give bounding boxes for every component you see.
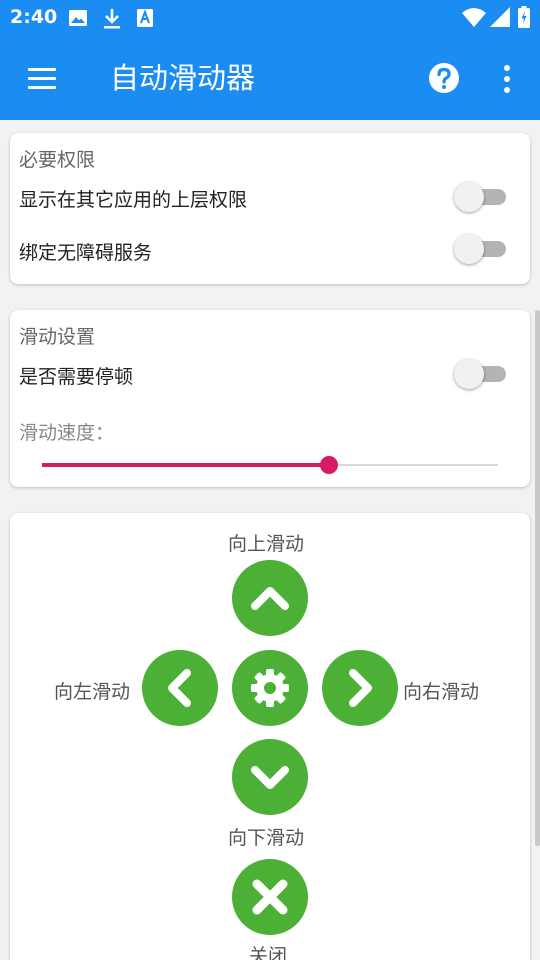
swipe-right-button[interactable] [322,650,398,726]
close-button[interactable] [232,859,308,935]
chevron-down-icon [251,766,289,789]
speed-slider[interactable] [40,452,500,478]
chevron-up-icon [251,587,289,610]
swipe-left-label: 向左滑动 [54,681,131,703]
more-vert-icon[interactable] [496,64,518,94]
a-text-icon [137,9,153,27]
pause-label: 是否需要停顿 [19,366,134,388]
swipe-settings-title: 滑动设置 [19,326,96,348]
close-label: 关闭 [249,945,288,960]
menu-icon[interactable] [28,68,56,90]
slider-fill [42,463,330,467]
status-bar: 2:40 [0,0,540,36]
overlay-permission-label: 显示在其它应用的上层权限 [19,189,248,211]
scrollbar[interactable] [535,310,540,846]
chevron-left-icon [168,669,191,707]
accessibility-service-switch[interactable] [454,234,510,264]
speed-label: 滑动速度： [19,422,115,444]
status-time: 2:40 [10,6,58,28]
settings-button[interactable] [232,650,308,726]
download-icon [104,9,120,29]
swipe-up-button[interactable] [232,560,308,636]
pause-switch[interactable] [454,359,510,389]
swipe-down-button[interactable] [232,739,308,815]
swipe-down-label: 向下滑动 [228,827,305,849]
chevron-right-icon [349,669,372,707]
swipe-settings-card: 滑动设置 是否需要停顿 滑动速度： [10,310,530,487]
gear-icon [251,669,289,707]
close-icon [252,879,288,915]
battery-icon [518,6,530,28]
controls-card: 向上滑动 向左滑动 向右滑动 向下滑动 关闭 [10,513,530,960]
app-title: 自动滑动器 [110,61,256,95]
permissions-title: 必要权限 [19,149,96,171]
overlay-permission-switch[interactable] [454,182,510,212]
swipe-left-button[interactable] [142,650,218,726]
accessibility-service-label: 绑定无障碍服务 [19,242,153,264]
image-icon [69,10,87,26]
signal-icon [490,7,510,27]
swipe-right-label: 向右滑动 [403,681,480,703]
help-icon[interactable] [428,62,460,94]
swipe-up-label: 向上滑动 [228,533,305,555]
slider-thumb[interactable] [320,456,339,474]
wifi-icon [462,8,486,27]
app-bar: 自动滑动器 [0,36,540,120]
permissions-card: 必要权限 显示在其它应用的上层权限 绑定无障碍服务 [10,133,530,284]
